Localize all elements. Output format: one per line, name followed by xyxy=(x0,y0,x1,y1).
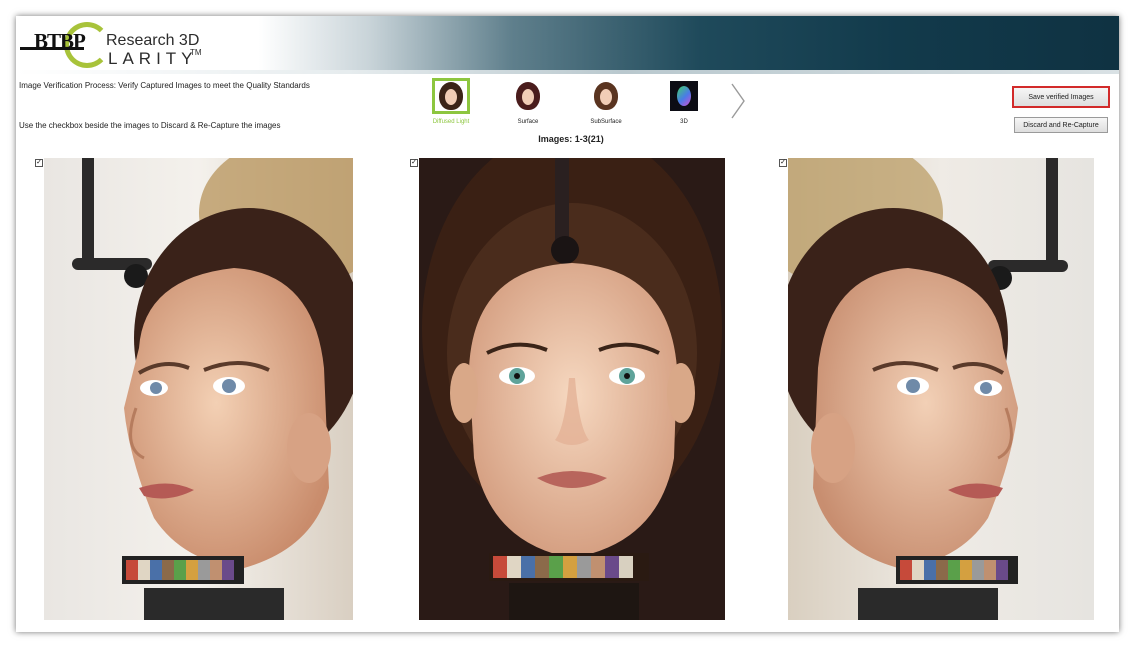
mode-label-3d: 3D xyxy=(680,119,688,125)
logo-research-text: Research 3D xyxy=(106,32,200,49)
image-checkbox-3[interactable]: ✓ xyxy=(779,159,787,167)
logo-btbp-text: BTBP xyxy=(34,29,86,53)
chevron-right-icon[interactable] xyxy=(728,82,750,120)
logo-tm-text: TM xyxy=(190,48,202,57)
face-surface-icon xyxy=(516,82,540,110)
brand-logo: BTBP Research 3D LARITY TM xyxy=(20,20,220,72)
face-3d-icon xyxy=(670,81,698,111)
app-window: BTBP Research 3D LARITY TM Image Verific… xyxy=(16,16,1119,632)
mode-thumb-subsurface[interactable] xyxy=(587,78,625,114)
face-subsurface-icon xyxy=(594,82,618,110)
logo-larity-text: LARITY xyxy=(108,49,198,68)
instruction-line-2: Use the checkbox beside the images to Di… xyxy=(19,121,281,130)
mode-label-surface: Surface xyxy=(517,119,539,125)
image-checkbox-2[interactable]: ✓ xyxy=(410,159,418,167)
image-counter: Images: 1-3(21) xyxy=(538,134,604,144)
face-diffused-icon xyxy=(439,82,463,110)
mode-thumb-surface[interactable] xyxy=(509,78,547,114)
discard-recapture-button[interactable]: Discard and Re-Capture xyxy=(1014,117,1108,133)
captured-image-3[interactable] xyxy=(788,158,1094,620)
save-verified-images-button[interactable]: Save verified Images xyxy=(1012,86,1110,108)
mode-thumb-3d[interactable] xyxy=(665,78,703,114)
captured-image-1[interactable] xyxy=(44,158,353,620)
instruction-line-1: Image Verification Process: Verify Captu… xyxy=(19,81,310,90)
mode-label-subsurface: SubSurface xyxy=(590,119,622,125)
header-banner: BTBP Research 3D LARITY TM xyxy=(16,16,1119,74)
mode-label-diffused-light: Diffused Light xyxy=(432,119,470,125)
captured-image-2[interactable] xyxy=(419,158,725,620)
mode-thumb-diffused-light[interactable] xyxy=(432,78,470,114)
image-checkbox-1[interactable]: ✓ xyxy=(35,159,43,167)
